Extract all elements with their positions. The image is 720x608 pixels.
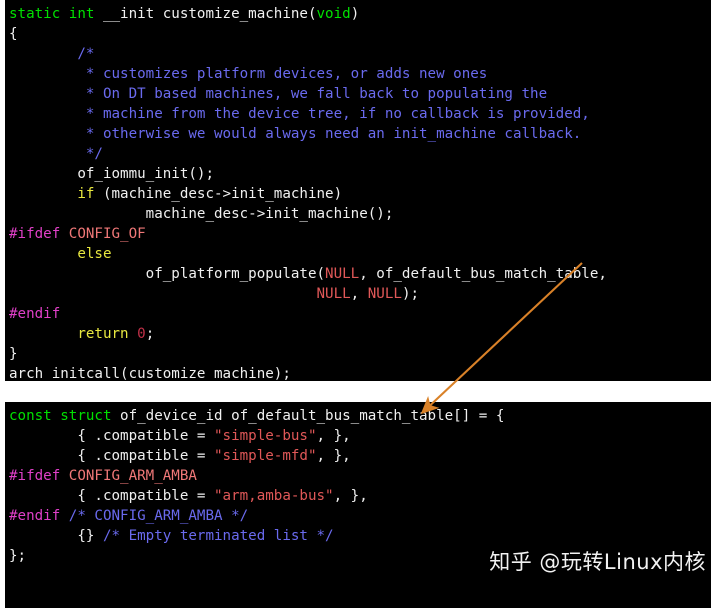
code-line: * On DT based machines, we fall back to … (5, 84, 711, 104)
code-token: (machine_desc->init_machine) (94, 186, 343, 202)
code-token: #endif (9, 306, 61, 322)
code-token: * customizes platform devices, or adds n… (9, 66, 488, 82)
code-token: /* Empty terminated list */ (102, 528, 334, 544)
code-line: of_iommu_init(); (5, 164, 711, 184)
code-token: {} (9, 528, 103, 544)
code-token: ) (350, 6, 360, 22)
code-token: /* (9, 46, 95, 62)
code-line: arch_initcall(customize_machine); (5, 364, 711, 381)
code-token: else (77, 246, 112, 262)
code-token: of_iommu_init(); (9, 166, 214, 182)
code-token: { .compatible = (9, 488, 214, 504)
code-line: */ (5, 144, 711, 164)
code-line: #ifdef CONFIG_OF (5, 224, 711, 244)
code-line: * machine from the device tree, if no ca… (5, 104, 711, 124)
code-line: #endif /* CONFIG_ARM_AMBA */ (5, 506, 711, 526)
code-token: "arm,amba-bus" (214, 488, 334, 504)
code-line: {} /* Empty terminated list */ (5, 526, 711, 546)
code-token: int (68, 6, 95, 22)
code-line: /* (5, 44, 711, 64)
code-line: { .compatible = "simple-bus", }, (5, 426, 711, 446)
code-line: static int __init customize_machine(void… (5, 4, 711, 24)
code-token: #ifdef (9, 226, 61, 242)
code-token: , }, (333, 488, 368, 504)
code-token: "simple-bus" (214, 428, 317, 444)
code-token: if (77, 186, 95, 202)
code-line: NULL, NULL); (5, 284, 711, 304)
code-line: if (machine_desc->init_machine) (5, 184, 711, 204)
code-token: __init customize_machine( (94, 6, 317, 22)
code-token: void (316, 6, 351, 22)
code-token: * otherwise we would always need an init… (9, 126, 582, 142)
code-token: } (9, 346, 18, 362)
code-line: #endif (5, 304, 711, 324)
code-token: , }, (316, 428, 351, 444)
code-token: }; (9, 548, 27, 564)
code-token: NULL (325, 266, 360, 282)
code-line: * otherwise we would always need an init… (5, 124, 711, 144)
code-token: arch_initcall(customize_machine); (9, 366, 291, 381)
code-line: #ifdef CONFIG_ARM_AMBA (5, 466, 711, 486)
code-token: #endif (9, 508, 61, 524)
code-line: const struct of_device_id of_default_bus… (5, 406, 711, 426)
screenshot-canvas: static int __init customize_machine(void… (0, 0, 720, 608)
code-token: */ (9, 146, 103, 162)
code-token: /* CONFIG_ARM_AMBA */ (68, 508, 249, 524)
code-block-match-table: const struct of_device_id of_default_bus… (5, 402, 711, 608)
code-token: static (9, 6, 61, 22)
code-line: else (5, 244, 711, 264)
code-token: { .compatible = (9, 428, 214, 444)
code-line: of_platform_populate(NULL, of_default_bu… (5, 264, 711, 284)
code-token: struct (60, 408, 112, 424)
code-token: * machine from the device tree, if no ca… (9, 106, 590, 122)
code-token: * On DT based machines, we fall back to … (9, 86, 548, 102)
code-token: "simple-mfd" (214, 448, 317, 464)
code-line: machine_desc->init_machine(); (5, 204, 711, 224)
code-token: machine_desc->init_machine(); (9, 206, 394, 222)
watermark-text: 知乎 @玩转Linux内核 (489, 550, 706, 574)
code-token: of_platform_populate( (9, 266, 326, 282)
code-line: { .compatible = "arm,amba-bus", }, (5, 486, 711, 506)
code-token: NULL (316, 286, 351, 302)
code-line: { (5, 24, 711, 44)
code-token: { (9, 26, 18, 42)
code-token: , }, (316, 448, 351, 464)
code-token: ; (145, 326, 155, 342)
code-token: 0 (137, 326, 146, 342)
code-token: #ifdef (9, 468, 61, 484)
code-token: { .compatible = (9, 448, 214, 464)
code-token: , (350, 286, 368, 302)
code-token: of_device_id of_default_bus_match_table[… (111, 408, 505, 424)
code-token: NULL (367, 286, 402, 302)
code-token: CONFIG_OF (68, 226, 146, 242)
code-token: , of_default_bus_match_table, (359, 266, 607, 282)
code-token: const (9, 408, 52, 424)
code-token: return (77, 326, 129, 342)
code-line: } (5, 344, 711, 364)
code-line: * customizes platform devices, or adds n… (5, 64, 711, 84)
code-line: { .compatible = "simple-mfd", }, (5, 446, 711, 466)
code-token: ); (401, 286, 420, 302)
code-token: CONFIG_ARM_AMBA (68, 468, 197, 484)
code-block-customize-machine: static int __init customize_machine(void… (5, 0, 711, 381)
code-line: return 0; (5, 324, 711, 344)
